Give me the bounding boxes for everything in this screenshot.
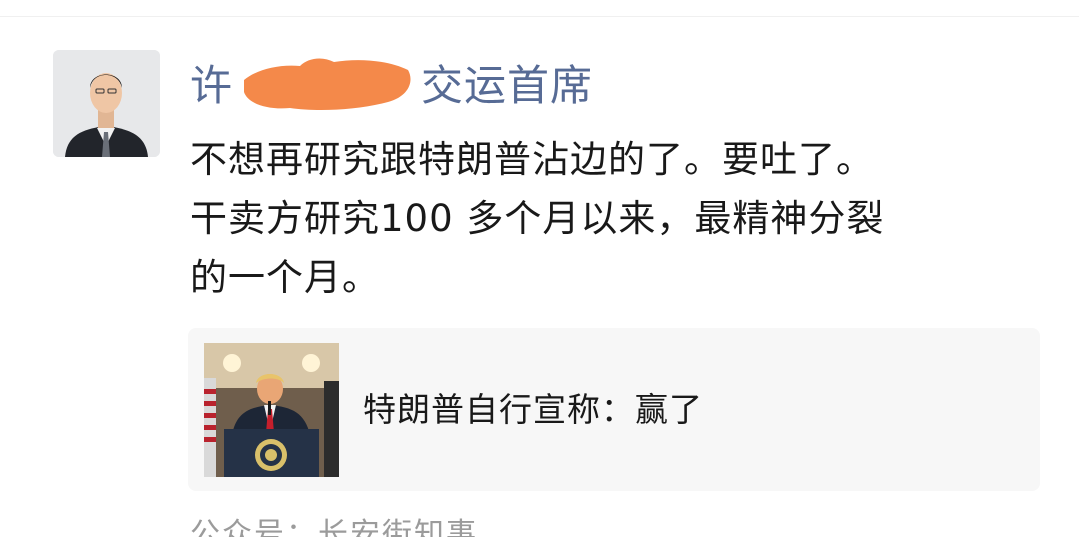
source-label[interactable]: 公众号：长安街知事: [190, 513, 478, 537]
post-line-2: 干卖方研究100 多个月以来，最精神分裂: [190, 197, 885, 240]
author-name-start: 许: [190, 61, 234, 110]
post-content: 不想再研究跟特朗普沾边的了。要吐了。 干卖方研究100 多个月以来，最精神分裂 …: [190, 130, 1050, 307]
author-name-end: 交运首席: [421, 61, 594, 110]
redaction-scribble-icon: [244, 58, 411, 110]
post-line-3: 的一个月。: [190, 256, 380, 299]
link-title: 特朗普自行宣称：赢了: [363, 390, 703, 429]
shared-link-card[interactable]: 特朗普自行宣称：赢了: [188, 328, 1040, 491]
link-thumbnail: [204, 343, 339, 477]
divider: [0, 16, 1079, 17]
moment-post: 许 交运首席 不想再研究跟特朗普沾边的了。要吐了。 干卖方研究100 多个月以来，…: [0, 0, 1079, 537]
post-line-1: 不想再研究跟特朗普沾边的了。要吐了。: [190, 138, 874, 181]
news-thumbnail-icon: [204, 343, 339, 477]
avatar-photo-icon: [53, 50, 160, 157]
avatar[interactable]: [53, 50, 160, 157]
